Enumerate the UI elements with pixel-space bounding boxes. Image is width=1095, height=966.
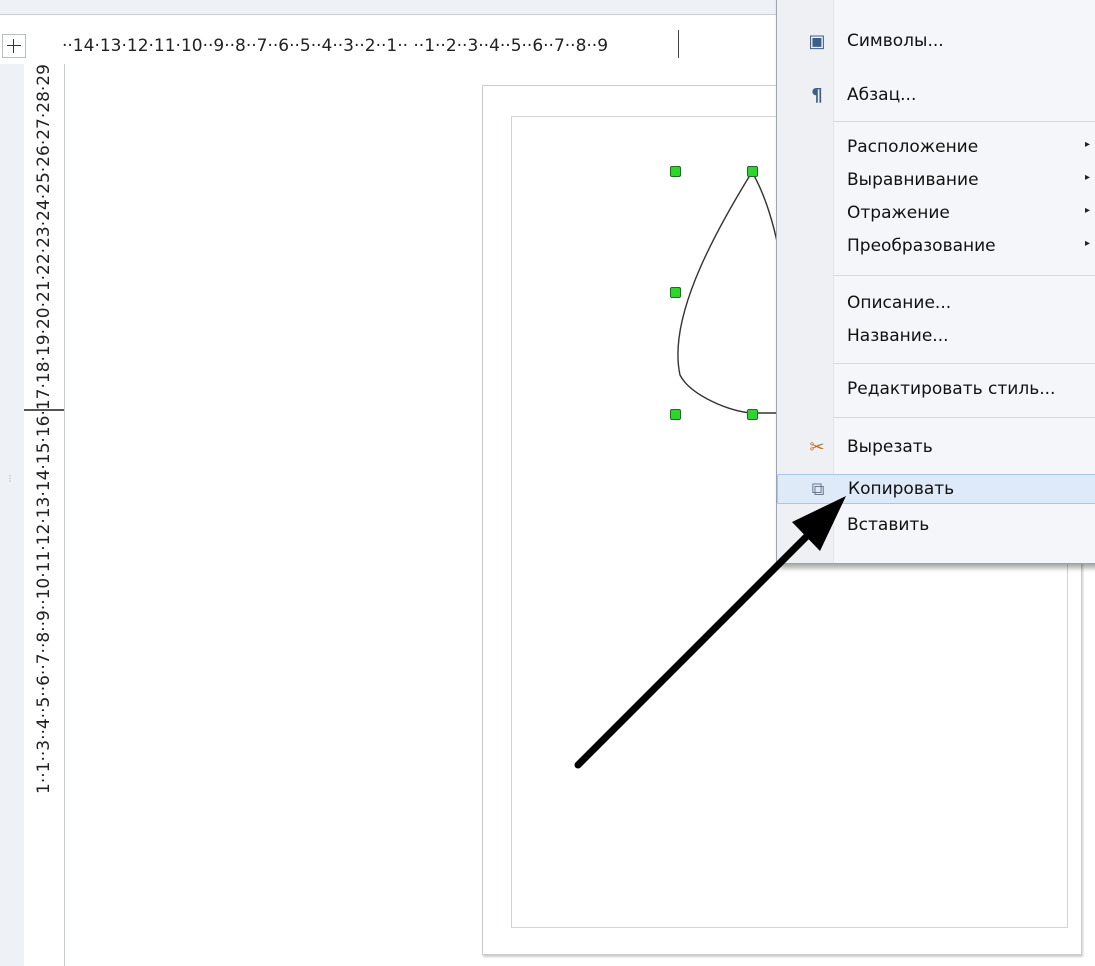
menu-item-label: Символы... [847, 31, 944, 51]
menu-item-label: Копировать [848, 479, 955, 499]
horizontal-ruler-ticks: ··14·13·12·11·10··9··8··7··6··5··4··3··2… [62, 36, 609, 56]
menu-item-label: Вставить [847, 515, 930, 535]
menu-item-label: Редактировать стиль... [847, 379, 1056, 399]
selection-handle-top-center[interactable] [747, 166, 758, 177]
paste-icon: 📋 [805, 515, 829, 536]
left-panel-edge: ⋮ [0, 64, 25, 966]
paragraph-icon: ¶ [811, 85, 823, 106]
menu-item-flip[interactable]: Отражение ▸ [777, 199, 1095, 229]
vertical-ruler[interactable]: 1··1··3··4··5··6··7··8··9··10·11·12·13·1… [24, 64, 65, 966]
menu-separator [833, 417, 1095, 418]
selection-handle-bottom-center[interactable] [747, 409, 758, 420]
menu-item-label: Абзац... [847, 85, 917, 105]
menu-separator [833, 363, 1095, 364]
menu-item-label: Преобразование [847, 236, 996, 256]
ruler-corner-icon[interactable] [2, 34, 26, 58]
scissors-icon: ✂ [809, 437, 825, 458]
menu-item-description[interactable]: Описание... [777, 289, 1095, 319]
selection-handle-middle-left[interactable] [670, 287, 681, 298]
menu-item-arrange[interactable]: Расположение ▸ [777, 133, 1095, 163]
menu-item-label: Выравнивание [847, 170, 979, 190]
menu-item-label: Вырезать [847, 437, 933, 457]
vertical-ruler-marker [24, 409, 64, 411]
submenu-arrow-icon: ▸ [1085, 205, 1091, 216]
selection-handle-top-left[interactable] [670, 166, 681, 177]
copy-icon: ⧉ [811, 479, 825, 500]
menu-separator [833, 121, 1095, 122]
menu-item-copy[interactable]: ⧉ Копировать [777, 474, 1095, 504]
ruler-marker [678, 30, 679, 58]
menu-item-label: Название... [847, 326, 949, 346]
menu-item-label: Описание... [847, 293, 952, 313]
menu-item-label: Расположение [847, 137, 979, 157]
submenu-arrow-icon: ▸ [1085, 139, 1091, 150]
menu-item-transform[interactable]: Преобразование ▸ [777, 232, 1095, 262]
menu-item-paste[interactable]: 📋 Вставить [777, 511, 1095, 541]
submenu-arrow-icon: ▸ [1085, 238, 1091, 249]
vertical-ruler-ticks: 1··1··3··4··5··6··7··8··9··10·11·12·13·1… [34, 64, 54, 794]
context-menu[interactable]: ▣ Символы... ¶ Абзац... Расположение ▸ В… [776, 0, 1095, 564]
menu-item-characters[interactable]: ▣ Символы... [777, 27, 1095, 57]
characters-icon: ▣ [808, 31, 826, 52]
menu-separator [833, 275, 1095, 276]
splitter-grip-icon[interactable]: ⋮ [6, 474, 14, 514]
selection-handle-bottom-left[interactable] [670, 409, 681, 420]
menu-item-name[interactable]: Название... [777, 322, 1095, 352]
menu-item-edit-style[interactable]: Редактировать стиль... [777, 375, 1095, 405]
menu-item-paragraph[interactable]: ¶ Абзац... [777, 81, 1095, 111]
submenu-arrow-icon: ▸ [1085, 172, 1091, 183]
menu-item-align[interactable]: Выравнивание ▸ [777, 166, 1095, 196]
menu-item-label: Отражение [847, 203, 950, 223]
menu-item-cut[interactable]: ✂ Вырезать [777, 433, 1095, 463]
